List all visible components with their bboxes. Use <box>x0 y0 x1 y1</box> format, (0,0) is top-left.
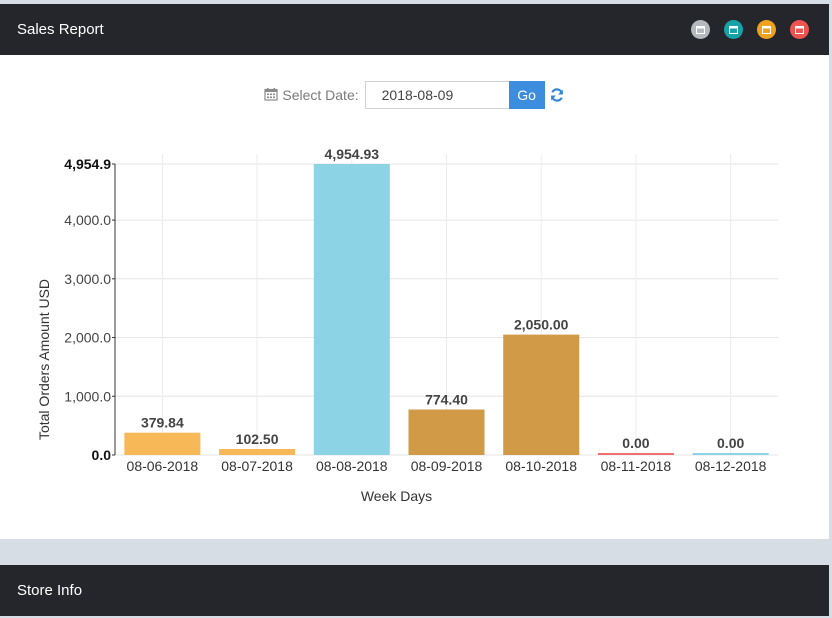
bar-08-06-2018 <box>124 432 201 455</box>
x-tick-label: 08-10-2018 <box>505 458 577 474</box>
calendar-gray-icon[interactable] <box>691 20 710 39</box>
x-tick-label: 08-12-2018 <box>695 458 767 474</box>
x-tick-label: 08-06-2018 <box>127 458 199 474</box>
bar-08-11-2018 <box>597 453 674 455</box>
sales-report-header: Sales Report <box>0 4 829 55</box>
y-tick-label: 0.0 <box>92 447 112 463</box>
bar-08-07-2018 <box>219 448 296 455</box>
sales-bar-chart: 0.01,000.02,000.03,000.04,000.04,954.937… <box>36 146 778 504</box>
x-tick-label: 08-08-2018 <box>316 458 388 474</box>
sales-report-title: Sales Report <box>17 21 104 38</box>
y-tick-label: 4,954.9 <box>64 156 111 172</box>
x-tick-label: 08-07-2018 <box>221 458 293 474</box>
bar-value-label: 774.40 <box>425 392 468 408</box>
header-icon-group <box>691 20 809 39</box>
calendar-teal-icon[interactable] <box>724 20 743 39</box>
y-tick-label: 4,000.0 <box>64 212 111 228</box>
bar-08-08-2018 <box>313 164 390 455</box>
bar-value-label: 4,954.93 <box>325 146 380 162</box>
date-input[interactable] <box>364 81 509 109</box>
select-date-label-group: Select Date: <box>264 87 359 104</box>
bar-08-12-2018 <box>692 453 769 455</box>
calendar-red-icon[interactable] <box>790 20 809 39</box>
x-tick-label: 08-11-2018 <box>601 458 672 474</box>
select-date-label: Select Date: <box>282 87 359 103</box>
y-axis-title: Total Orders Amount USD <box>36 279 52 440</box>
go-button[interactable]: Go <box>508 81 545 109</box>
bar-value-label: 2,050.00 <box>514 317 569 333</box>
sales-report-body: Select Date: Go 0.0 1,000.0 2,000.0 3,000.0… <box>0 55 829 539</box>
calendar-icon <box>264 87 278 104</box>
bar-08-09-2018 <box>408 409 485 455</box>
store-info-title: Store Info <box>17 582 83 599</box>
y-tick-label: 1,000.0 <box>64 388 111 404</box>
bar-08-10-2018 <box>503 334 580 455</box>
refresh-icon[interactable] <box>549 87 565 103</box>
bar-value-label: 379.84 <box>141 415 184 431</box>
bar-value-label: 0.00 <box>622 435 649 451</box>
calendar-orange-icon[interactable] <box>757 20 776 39</box>
y-tick-label: 3,000.0 <box>64 271 111 287</box>
store-info-header: Store Info <box>0 565 829 616</box>
x-tick-label: 08-09-2018 <box>411 458 483 474</box>
bar-value-label: 102.50 <box>236 431 279 447</box>
x-axis-title: Week Days <box>361 488 432 504</box>
date-filter-row: Select Date: Go <box>0 81 829 109</box>
bar-value-label: 0.00 <box>717 435 744 451</box>
y-tick-label: 2,000.0 <box>64 330 111 346</box>
